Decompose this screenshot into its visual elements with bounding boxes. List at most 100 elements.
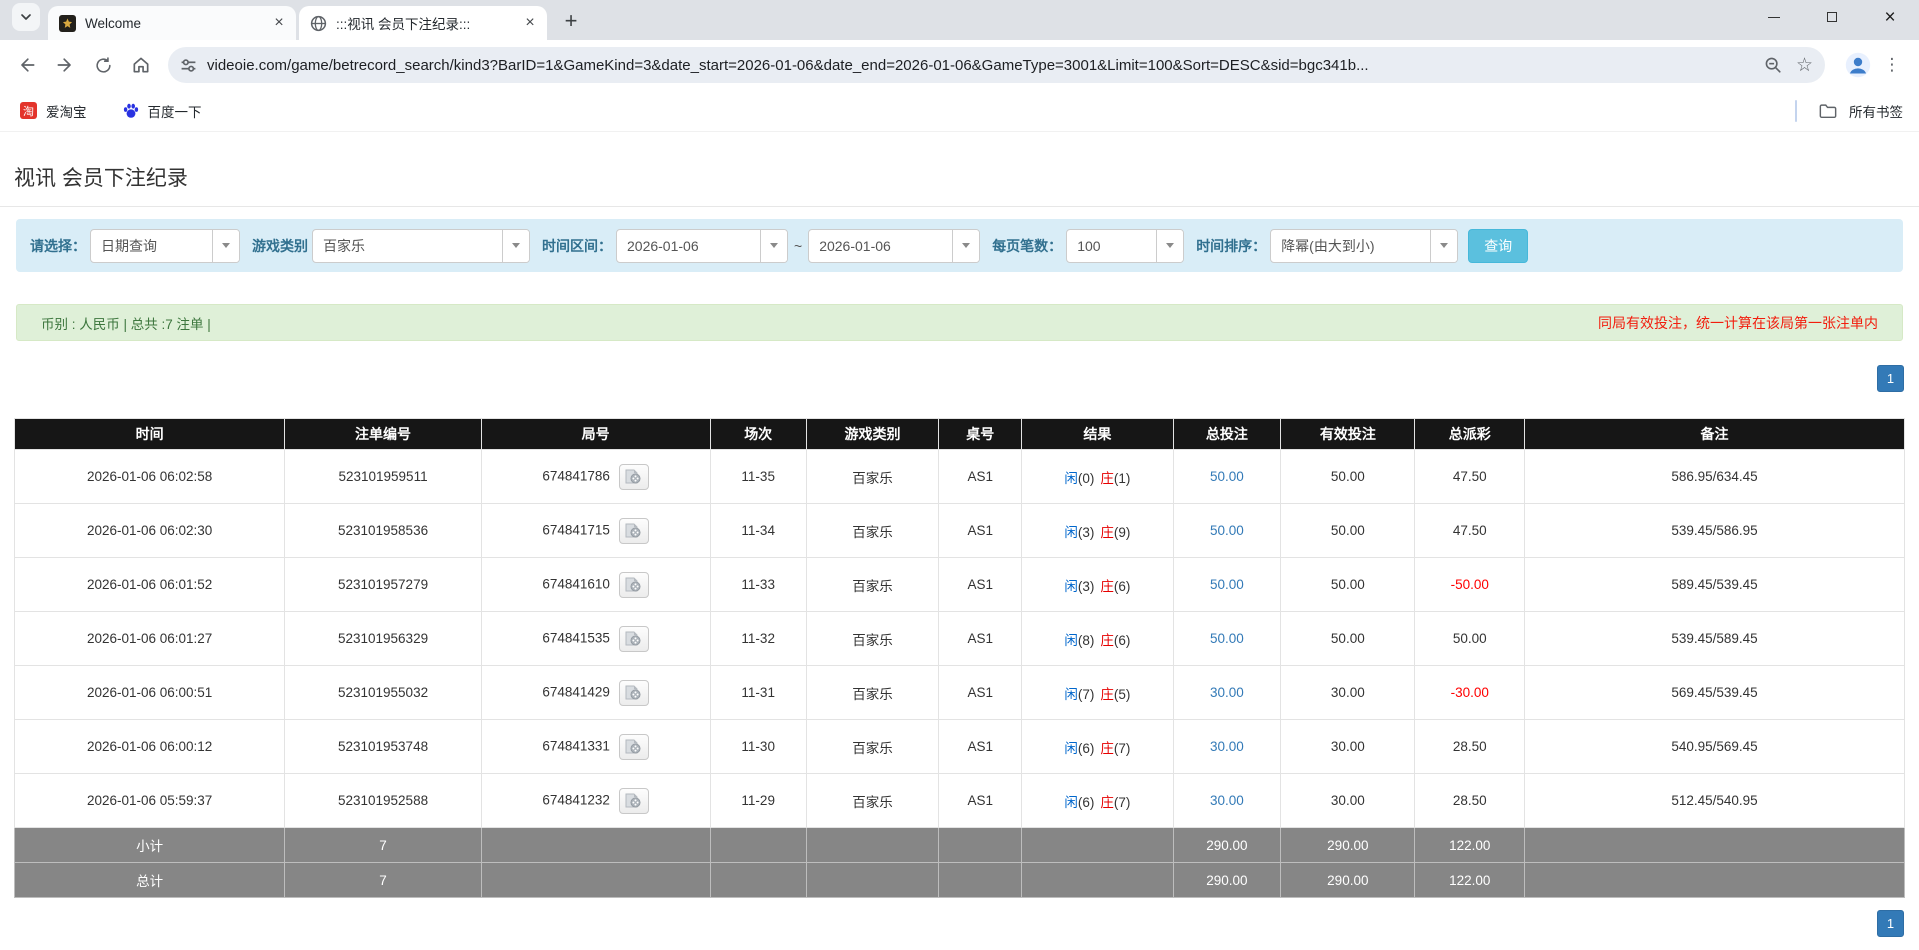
cell-total-bet[interactable]: 50.00: [1173, 558, 1281, 612]
url-bar[interactable]: videoie.com/game/betrecord_search/kind3?…: [168, 47, 1825, 83]
table-row: 2026-01-06 06:02:30523101958536 674841715…: [15, 504, 1905, 558]
video-file-icon: [625, 685, 642, 700]
cell-valid-bet: 50.00: [1281, 612, 1415, 666]
back-button[interactable]: [8, 46, 46, 84]
tab-close-icon[interactable]: ×: [270, 14, 288, 32]
round-number: 674841786: [542, 468, 610, 483]
dropdown-arrow-icon[interactable]: [760, 230, 787, 262]
cell-game-kind: 百家乐: [806, 558, 938, 612]
video-replay-button[interactable]: [619, 626, 649, 652]
zoom-out-icon[interactable]: [1764, 56, 1782, 74]
cell-total-bet[interactable]: 50.00: [1173, 504, 1281, 558]
cell-table-no: AS1: [939, 666, 1022, 720]
cell-bet-id: 523101958536: [285, 504, 482, 558]
column-header: 总投注: [1173, 419, 1281, 450]
forward-button[interactable]: [46, 46, 84, 84]
cell-total-bet[interactable]: 30.00: [1173, 774, 1281, 828]
dropdown-arrow-icon[interactable]: [1430, 230, 1457, 262]
cell-result: 闲(6)庄(7): [1022, 774, 1173, 828]
cell-remark: 540.95/569.45: [1525, 720, 1905, 774]
subtotal-row: 小计 7 290.00 290.00 122.00: [15, 828, 1905, 863]
tab-close-icon[interactable]: ×: [521, 14, 539, 32]
maximize-button[interactable]: [1803, 0, 1861, 34]
cell-time: 2026-01-06 06:01:27: [15, 612, 285, 666]
cell-game-kind: 百家乐: [806, 612, 938, 666]
cell-game-kind: 百家乐: [806, 774, 938, 828]
video-file-icon: [625, 631, 642, 646]
filter-panel: 请选择： 日期查询 游戏类别 百家乐 时间区间： 2026-01-06 ~ 20…: [0, 206, 1919, 284]
sort-select[interactable]: 降幂(由大到小): [1270, 229, 1458, 263]
date-range-separator: ~: [794, 238, 802, 254]
video-file-icon: [625, 523, 642, 538]
date-start-select[interactable]: 2026-01-06: [616, 229, 788, 263]
cell-session: 11-30: [710, 720, 806, 774]
browser-menu-button[interactable]: ⋮: [1879, 55, 1905, 75]
video-file-icon: [625, 577, 642, 592]
date-end-select[interactable]: 2026-01-06: [808, 229, 980, 263]
new-tab-button[interactable]: +: [556, 6, 586, 36]
cell-payout: 47.50: [1415, 450, 1525, 504]
total-row: 总计 7 290.00 290.00 122.00: [15, 863, 1905, 898]
tab-search-button[interactable]: [12, 3, 40, 31]
reload-button[interactable]: [84, 46, 122, 84]
cell-time: 2026-01-06 06:02:58: [15, 450, 285, 504]
pagination-top: 1: [15, 365, 1904, 392]
pagination-page-1[interactable]: 1: [1877, 910, 1904, 937]
cell-game-kind: 百家乐: [806, 720, 938, 774]
game-kind-label: 游戏类别: [252, 236, 308, 256]
video-replay-button[interactable]: [619, 734, 649, 760]
dropdown-arrow-icon[interactable]: [952, 230, 979, 262]
column-header: 总派彩: [1415, 419, 1525, 450]
cell-valid-bet: 50.00: [1281, 450, 1415, 504]
pagination-page-1[interactable]: 1: [1877, 365, 1904, 392]
close-window-button[interactable]: ×: [1861, 0, 1919, 34]
cell-total-bet[interactable]: 30.00: [1173, 666, 1281, 720]
bookmark-baidu[interactable]: 百度一下: [123, 101, 202, 121]
page-size-select[interactable]: 100: [1066, 229, 1184, 263]
minimize-button[interactable]: [1745, 0, 1803, 34]
url-text[interactable]: videoie.com/game/betrecord_search/kind3?…: [207, 57, 1754, 74]
site-info-button[interactable]: [180, 57, 197, 74]
all-bookmarks-button[interactable]: 所有书签: [1849, 101, 1903, 121]
table-row: 2026-01-06 06:02:58523101959511674841786…: [15, 450, 1905, 504]
cell-table-no: AS1: [939, 720, 1022, 774]
dropdown-arrow-icon[interactable]: [1156, 230, 1183, 262]
cell-total-bet[interactable]: 30.00: [1173, 720, 1281, 774]
video-replay-button[interactable]: [619, 518, 649, 544]
profile-avatar[interactable]: [1841, 48, 1875, 82]
result-banker-label: 庄: [1100, 633, 1114, 648]
cell-payout: 28.50: [1415, 720, 1525, 774]
home-button[interactable]: [122, 46, 160, 84]
result-player-value: (6): [1078, 741, 1095, 756]
bookmark-label: 爱淘宝: [46, 101, 87, 121]
cell-round: 674841786: [481, 450, 710, 504]
tab-betrecord[interactable]: :::视讯 会员下注纪录::: ×: [299, 6, 547, 40]
home-icon: [131, 55, 151, 75]
cell-total-bet[interactable]: 50.00: [1173, 612, 1281, 666]
result-player-value: (6): [1078, 795, 1095, 810]
query-button[interactable]: 查询: [1468, 229, 1528, 263]
bookmark-taobao[interactable]: 淘 爱淘宝: [20, 101, 87, 121]
tab-welcome[interactable]: Welcome ×: [48, 6, 296, 40]
cell-table-no: AS1: [939, 558, 1022, 612]
chevron-down-icon: [19, 10, 33, 24]
video-replay-button[interactable]: [619, 464, 649, 490]
table-header-row: 时间注单编号局号场次游戏类别桌号结果总投注有效投注总派彩备注: [15, 419, 1905, 450]
cell-time: 2026-01-06 06:02:30: [15, 504, 285, 558]
dropdown-arrow-icon[interactable]: [212, 230, 239, 262]
video-replay-button[interactable]: [619, 680, 649, 706]
cell-round: 674841715: [481, 504, 710, 558]
video-replay-button[interactable]: [619, 572, 649, 598]
cell-remark: 539.45/586.95: [1525, 504, 1905, 558]
cell-total-bet[interactable]: 50.00: [1173, 450, 1281, 504]
table-row: 2026-01-06 06:01:27523101956329674841535…: [15, 612, 1905, 666]
round-number: 674841715: [542, 522, 610, 537]
dropdown-arrow-icon[interactable]: [502, 230, 529, 262]
result-banker-label: 庄: [1100, 687, 1114, 702]
game-kind-select[interactable]: 百家乐: [312, 229, 530, 263]
cell-result: 闲(6)庄(7): [1022, 720, 1173, 774]
video-replay-button[interactable]: [619, 788, 649, 814]
bookmark-star-icon[interactable]: ☆: [1796, 56, 1813, 75]
cell-valid-bet: 30.00: [1281, 666, 1415, 720]
query-mode-select[interactable]: 日期查询: [90, 229, 240, 263]
